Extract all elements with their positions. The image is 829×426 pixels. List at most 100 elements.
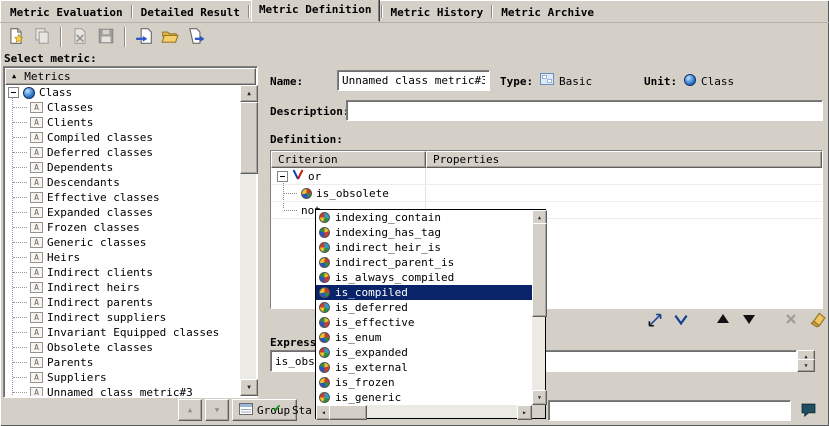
tree-item-label: Compiled classes — [47, 131, 153, 144]
criterion-column-header[interactable]: Criterion — [271, 151, 426, 168]
tree-item[interactable]: AClients — [6, 115, 240, 130]
properties-column-header[interactable]: Properties — [426, 151, 822, 168]
group-toggle-button[interactable]: Group — [232, 399, 297, 421]
move-criterion-up-button[interactable] — [713, 311, 733, 329]
metric-icon: A — [30, 132, 43, 143]
tree-item-label: Dependents — [47, 161, 113, 174]
scroll-down-icon[interactable]: ▼ — [240, 379, 258, 396]
toolbar-separator — [60, 27, 62, 47]
dropdown-item[interactable]: indirect_heir_is — [316, 240, 532, 255]
tree-item[interactable]: AParents — [6, 355, 240, 370]
dropdown-item[interactable]: is_expanded — [316, 345, 532, 360]
scroll-down-icon[interactable]: ▼ — [797, 359, 815, 372]
move-criterion-down-button[interactable] — [739, 311, 759, 329]
dropdown-item[interactable]: is_enum — [316, 330, 532, 345]
clear-definition-button[interactable] — [807, 311, 827, 329]
operator-button[interactable] — [671, 311, 691, 329]
dropdown-item[interactable]: is_always_compiled — [316, 270, 532, 285]
collapse-toggle-icon[interactable] — [8, 87, 19, 98]
unit-label: Unit: — [644, 75, 677, 88]
dropdown-item[interactable]: indexing_contain — [316, 210, 532, 225]
new-metric-button[interactable] — [4, 25, 28, 49]
criterion-icon — [319, 377, 330, 388]
tree-item[interactable]: ADependents — [6, 160, 240, 175]
tree-item[interactable]: AExpanded classes — [6, 205, 240, 220]
tree-item[interactable]: ASuppliers — [6, 370, 240, 385]
name-input[interactable] — [337, 70, 490, 91]
exchange-criteria-button[interactable] — [645, 311, 665, 329]
dropdown-item[interactable]: is_effective — [316, 315, 532, 330]
description-input[interactable] — [346, 100, 823, 121]
tree-item[interactable]: AGeneric classes — [6, 235, 240, 250]
tree-item[interactable]: AUnnamed class metric#3 — [6, 385, 240, 396]
scrollbar-thumb[interactable] — [240, 102, 258, 174]
metrics-header-label: Metrics — [24, 70, 70, 83]
comment-bubble-icon — [800, 401, 817, 421]
delete-metric-button[interactable] — [68, 25, 92, 49]
tree-item[interactable]: A Invariant Equipped classes — [6, 325, 240, 340]
remove-icon — [783, 311, 799, 330]
metrics-column-header[interactable]: ▲ Metrics — [5, 68, 256, 85]
tree-item[interactable]: AIndirect clients — [6, 265, 240, 280]
criterion-icon — [319, 242, 330, 253]
tree-item-label: Invariant Equipped classes — [47, 326, 219, 339]
scrollbar-thumb[interactable] — [329, 405, 367, 420]
tree-item[interactable]: AObsolete classes — [6, 340, 240, 355]
criterion-row-is-obsolete[interactable]: is_obsolete — [271, 185, 822, 202]
import-metrics-button[interactable] — [132, 25, 156, 49]
tree-item[interactable]: A Compiled classes — [6, 130, 240, 145]
dropdown-item-label: is_always_compiled — [335, 271, 454, 284]
tree-item[interactable]: AFrozen classes — [6, 220, 240, 235]
scroll-up-icon[interactable]: ▲ — [240, 85, 258, 102]
sort-ascending-icon: ▲ — [12, 73, 16, 80]
criterion-icon — [319, 302, 330, 313]
dropdown-item[interactable]: indirect_parent_is — [316, 255, 532, 270]
tab-metric-history[interactable]: Metric History — [384, 4, 491, 22]
copy-metric-button[interactable] — [30, 25, 54, 49]
collapse-toggle-icon[interactable] — [277, 171, 288, 182]
move-metric-up-button[interactable]: ▲ — [178, 399, 202, 421]
basic-type-icon — [540, 73, 554, 88]
tree-scrollbar[interactable]: ▲ ▼ — [240, 85, 256, 396]
tree-item[interactable]: AClasses — [6, 100, 240, 115]
scrollbar-thumb[interactable] — [532, 223, 547, 317]
criterion-row-or[interactable]: or — [271, 168, 822, 185]
down-arrow-icon: ▼ — [215, 406, 219, 414]
dropdown-item[interactable]: indexing_has_tag — [316, 225, 532, 240]
tree-item[interactable]: ADescendants — [6, 175, 240, 190]
dropdown-item[interactable]: is_external — [316, 360, 532, 375]
criterion-row-label: or — [308, 170, 321, 183]
remove-criterion-button[interactable] — [781, 311, 801, 329]
tab-metric-definition[interactable]: Metric Definition — [251, 0, 380, 22]
move-metric-down-button[interactable]: ▼ — [205, 399, 229, 421]
status-message-input[interactable] — [548, 400, 791, 421]
dropdown-item[interactable]: is_generic — [316, 390, 532, 405]
tab-bar: Metric Evaluation Detailed Result Metric… — [0, 0, 829, 23]
metric-icon: A — [30, 177, 43, 188]
tree-item[interactable]: ADeferred classes — [6, 145, 240, 160]
tree-item[interactable]: AIndirect suppliers — [6, 310, 240, 325]
export-metrics-button[interactable] — [184, 25, 208, 49]
comment-button[interactable] — [796, 400, 820, 421]
tab-metric-evaluation[interactable]: Metric Evaluation — [3, 4, 130, 22]
criterion-icon — [319, 317, 330, 328]
dropdown-item[interactable]: is_deferred — [316, 300, 532, 315]
dropdown-item[interactable]: is_frozen — [316, 375, 532, 390]
tab-detailed-result[interactable]: Detailed Result — [134, 4, 247, 22]
save-metric-button[interactable] — [94, 25, 118, 49]
scroll-down-icon[interactable]: ▼ — [532, 390, 547, 405]
metric-icon: A — [30, 327, 43, 338]
dropdown-item-label: is_frozen — [335, 376, 395, 389]
tree-item[interactable]: AIndirect heirs — [6, 280, 240, 295]
scroll-right-icon[interactable]: ▶ — [517, 405, 532, 420]
tab-metric-archive[interactable]: Metric Archive — [494, 4, 601, 22]
dropdown-horizontal-scrollbar[interactable]: ◀ ▶ — [316, 405, 532, 418]
criterion-icon — [301, 188, 312, 199]
tree-item-class[interactable]: Class — [6, 85, 240, 100]
tree-item[interactable]: AEffective classes — [6, 190, 240, 205]
dropdown-item-selected[interactable]: is_compiled — [316, 285, 532, 300]
tree-item[interactable]: AHeirs — [6, 250, 240, 265]
dropdown-vertical-scrollbar[interactable]: ▲ ▼ — [532, 210, 545, 405]
open-metrics-button[interactable] — [158, 25, 182, 49]
tree-item[interactable]: AIndirect parents — [6, 295, 240, 310]
